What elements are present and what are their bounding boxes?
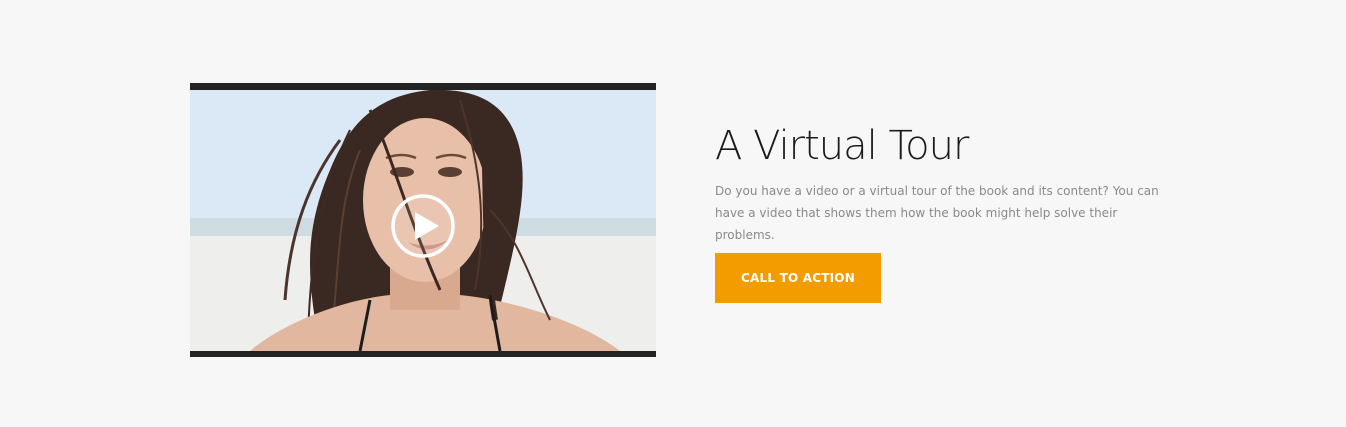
section-description: Do you have a video or a virtual tour of…: [715, 184, 1159, 242]
section-title: A Virtual Tour: [715, 123, 969, 169]
video-thumbnail[interactable]: [190, 90, 656, 351]
video-player[interactable]: [190, 83, 656, 357]
play-button[interactable]: [390, 193, 456, 259]
call-to-action-button[interactable]: CALL TO ACTION: [715, 253, 881, 303]
content-column: A Virtual Tour Do you have a video or a …: [715, 118, 1175, 246]
play-icon: [391, 194, 455, 258]
virtual-tour-section: A Virtual Tour Do you have a video or a …: [0, 0, 1346, 427]
